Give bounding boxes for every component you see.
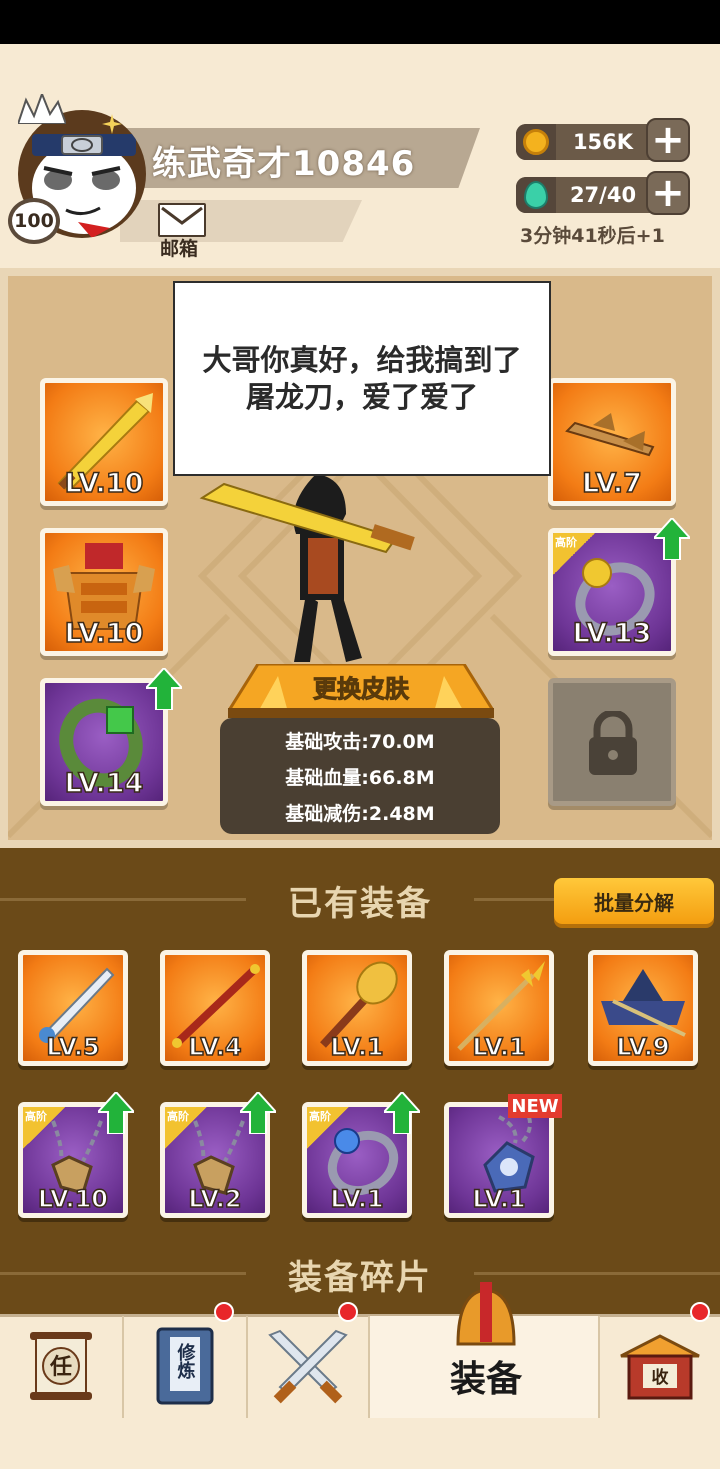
energy-value: 27/40 xyxy=(569,183,637,207)
equip-slot-hairpin[interactable]: LV.7 xyxy=(548,378,676,506)
item-level: LV.1 xyxy=(330,1184,385,1213)
equip-level: LV.7 xyxy=(581,467,642,500)
speech-bubble: 大哥你真好，给我搞到了屠龙刀，爱了爱了 xyxy=(173,281,551,476)
equip-slot-armor[interactable]: LV.10 xyxy=(40,528,168,656)
collect-glyph: 收 xyxy=(652,1367,669,1388)
equip-level: LV.10 xyxy=(64,617,144,650)
add-coins-button[interactable]: + xyxy=(646,118,690,162)
equip-level: LV.14 xyxy=(64,767,144,800)
upgrade-arrow-icon xyxy=(98,1092,134,1134)
equip-level: LV.13 xyxy=(572,617,652,650)
coin-icon xyxy=(523,129,549,155)
crossed-swords-icon xyxy=(268,1329,348,1404)
equipment-fragments-title: 装备碎片 xyxy=(288,1258,432,1298)
bottom-spacer xyxy=(0,1420,720,1469)
mail-icon[interactable] xyxy=(158,203,206,237)
player-character xyxy=(199,474,415,662)
item-level: LV.1 xyxy=(472,1032,527,1061)
coin-slot xyxy=(516,124,556,160)
notification-dot xyxy=(214,1302,234,1322)
book-icon: 修炼 xyxy=(156,1327,214,1405)
upgrade-arrow-icon xyxy=(146,668,182,710)
item-level: LV.2 xyxy=(188,1184,243,1213)
nav-training[interactable]: 修炼 xyxy=(124,1316,248,1418)
equip-slot-locked[interactable] xyxy=(548,678,676,806)
item-level: LV.5 xyxy=(46,1032,101,1061)
inventory-item[interactable]: LV.1 xyxy=(444,950,554,1066)
equip-slot-weapon[interactable]: LV.10 xyxy=(40,378,168,506)
level-badge: 100 xyxy=(8,198,60,244)
stat-health: 基础血量:66.8M xyxy=(285,767,435,789)
energy-timer: 3分钟41秒后+1 xyxy=(520,225,665,247)
stat-defense: 基础减伤:2.48M xyxy=(285,803,435,825)
energy-slot xyxy=(516,177,556,213)
player-name: 练武奇才10846 xyxy=(152,144,416,184)
item-level: LV.10 xyxy=(37,1184,108,1213)
nav-battle[interactable] xyxy=(248,1316,370,1418)
change-skin-button[interactable]: 更换皮肤 xyxy=(228,664,494,714)
item-level: LV.9 xyxy=(616,1032,671,1061)
scroll-icon: 任 xyxy=(30,1332,92,1400)
spiky-hair-icon xyxy=(18,94,66,124)
item-level: LV.4 xyxy=(188,1032,243,1061)
item-level: LV.1 xyxy=(472,1184,527,1213)
upgrade-arrow-icon xyxy=(240,1092,276,1134)
sparkle-icon xyxy=(102,114,122,134)
equip-level: LV.10 xyxy=(64,467,144,500)
nav-tasks[interactable]: 任 xyxy=(0,1316,124,1418)
notification-dot xyxy=(690,1302,710,1322)
energy-gem-icon xyxy=(524,181,548,209)
task-glyph: 任 xyxy=(49,1354,72,1380)
nav-collect[interactable]: 收 xyxy=(600,1316,720,1418)
stat-attack: 基础攻击:70.0M xyxy=(285,731,435,753)
notification-dot xyxy=(338,1302,358,1322)
inventory-item[interactable]: LV.1 xyxy=(302,950,412,1066)
inventory-item[interactable]: LV.1 xyxy=(444,1102,554,1218)
mail-banner xyxy=(120,200,362,242)
shop-icon: 收 xyxy=(620,1334,700,1400)
helmet-icon xyxy=(456,1282,516,1346)
coin-value: 156K xyxy=(572,130,634,154)
upgrade-arrow-icon xyxy=(654,518,690,560)
item-level: LV.1 xyxy=(330,1032,385,1061)
inventory-item[interactable]: LV.4 xyxy=(160,950,270,1066)
train-glyph: 修炼 xyxy=(175,1342,197,1380)
inventory-item[interactable]: LV.5 xyxy=(18,950,128,1066)
padlock-icon xyxy=(589,711,637,775)
new-badge: NEW xyxy=(508,1094,562,1118)
speech-text: 大哥你真好，给我搞到了屠龙刀，爱了爱了 xyxy=(202,343,522,414)
stats-panel: 基础攻击:70.0M 基础血量:66.8M 基础减伤:2.48M xyxy=(220,718,500,834)
add-energy-button[interactable]: + xyxy=(646,171,690,215)
bulk-dismantle-button[interactable]: 批量分解 xyxy=(554,878,714,924)
inventory-item[interactable]: LV.9 xyxy=(588,950,698,1066)
nav-equipment-label[interactable]: 装备 xyxy=(440,1350,532,1402)
upgrade-arrow-icon xyxy=(384,1092,420,1134)
status-bar xyxy=(0,0,720,44)
mail-label[interactable]: 邮箱 xyxy=(160,234,198,261)
